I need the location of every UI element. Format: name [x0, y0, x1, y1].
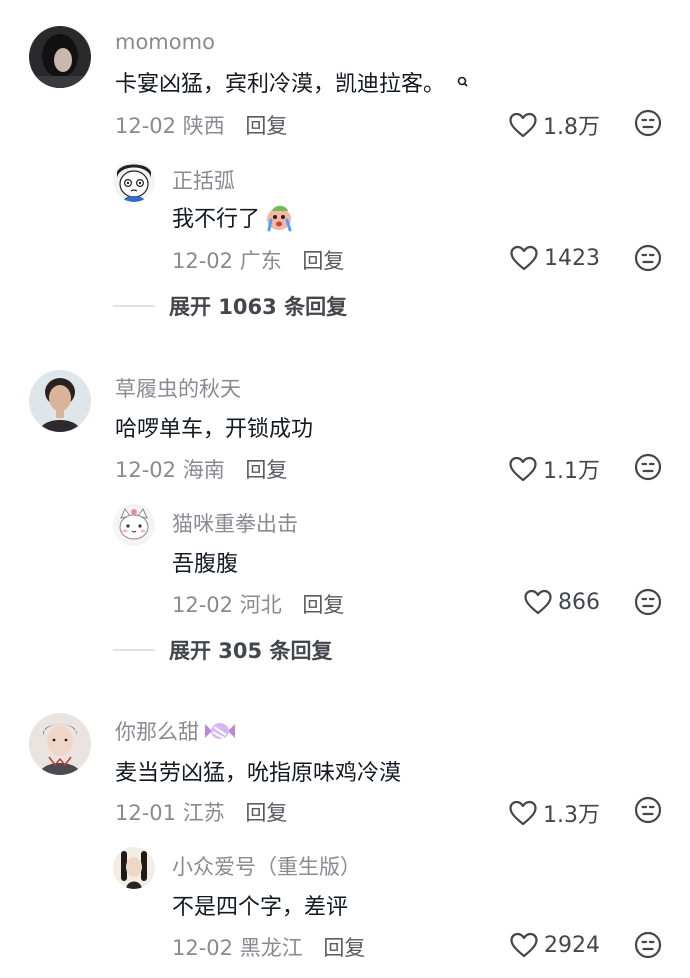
avatar[interactable] [29, 26, 91, 88]
search-icon[interactable] [456, 73, 470, 98]
heart-icon [510, 245, 538, 271]
reply-username[interactable]: 小众爱号（重生版） [172, 851, 361, 881]
dislike-button[interactable] [634, 244, 662, 272]
illustrated-man-avatar-icon [29, 713, 91, 775]
reply-button[interactable]: 回复 [245, 458, 287, 482]
expand-replies-label: 展开 305 条回复 [169, 639, 333, 663]
heart-icon [509, 800, 537, 826]
unamused-face-icon [634, 796, 662, 824]
like-count: 1.8万 [543, 115, 600, 140]
divider [113, 649, 155, 651]
comment-text: 卡宴凶猛，宾利冷漠，凯迪拉客。 [115, 66, 470, 98]
dislike-button[interactable] [634, 796, 662, 824]
like-button[interactable]: 1423 [510, 245, 600, 271]
reply-location: 河北 [239, 593, 282, 617]
comment-username-text: 你那么甜 [115, 720, 199, 744]
reply-text: 不是四个字，差评 [172, 895, 349, 920]
cartoon-face-avatar-icon [113, 160, 155, 202]
heart-icon [509, 112, 537, 138]
reply-button[interactable]: 回复 [245, 114, 287, 138]
heart-icon [510, 932, 538, 958]
heart-icon [509, 456, 537, 482]
unamused-face-icon [634, 453, 662, 481]
comment-date: 12-01 [115, 801, 177, 825]
reply-button[interactable]: 回复 [302, 593, 344, 617]
expand-replies-button[interactable]: 展开 305 条回复 [113, 635, 332, 665]
unamused-face-icon [634, 244, 662, 272]
expand-replies-button[interactable]: 展开 1063 条回复 [113, 291, 347, 321]
crying-emoji-icon [264, 202, 296, 238]
divider [113, 305, 155, 307]
dislike-button[interactable] [634, 931, 662, 959]
heart-icon [524, 589, 552, 615]
comment-location: 陕西 [182, 114, 225, 138]
woman-portrait-avatar-icon [29, 370, 91, 432]
dark-haired-person-avatar-icon [29, 26, 91, 88]
comment-meta: 12-02 海南 回复 [115, 454, 287, 484]
reply-meta: 12-02 黑龙江 回复 [172, 932, 365, 962]
like-count: 866 [558, 589, 600, 615]
reply-text: 吾腹腹 [172, 552, 239, 577]
reply-button[interactable]: 回复 [323, 936, 365, 960]
comment-username[interactable]: 草履虫的秋天 [115, 373, 241, 403]
like-count: 1.1万 [543, 459, 600, 484]
reply-text: 我不行了 [172, 201, 296, 238]
avatar[interactable] [113, 160, 155, 202]
reply-date: 12-02 [172, 936, 234, 960]
expand-replies-label: 展开 1063 条回复 [169, 295, 348, 319]
reply-button[interactable]: 回复 [245, 801, 287, 825]
like-button[interactable]: 1.1万 [509, 453, 600, 485]
avatar[interactable] [113, 504, 155, 546]
reply-username[interactable]: 正括弧 [172, 165, 235, 195]
comment-text: 麦当劳凶猛，吮指原味鸡冷漠 [115, 761, 402, 786]
unamused-face-icon [634, 109, 662, 137]
comment-username[interactable]: momomo [115, 30, 215, 54]
comment-text-content: 卡宴凶猛，宾利冷漠，凯迪拉客。 [115, 72, 446, 97]
comment-date: 12-02 [115, 458, 177, 482]
comment-location: 海南 [182, 458, 225, 482]
comment-text: 哈啰单车，开锁成功 [115, 417, 314, 442]
like-count: 1.3万 [543, 803, 600, 828]
like-button[interactable]: 1.3万 [509, 797, 600, 829]
comment-meta: 12-01 江苏 回复 [115, 797, 287, 827]
reply-meta: 12-02 广东 回复 [172, 245, 344, 275]
avatar[interactable] [29, 713, 91, 775]
avatar[interactable] [113, 847, 155, 889]
unamused-face-icon [634, 588, 662, 616]
reply-date: 12-02 [172, 593, 234, 617]
like-count: 2924 [544, 932, 600, 958]
dislike-button[interactable] [634, 109, 662, 137]
avatar[interactable] [29, 370, 91, 432]
dislike-button[interactable] [634, 588, 662, 616]
candy-emoji-icon [203, 720, 237, 747]
like-count: 1423 [544, 245, 600, 271]
like-button[interactable]: 866 [524, 589, 600, 615]
unamused-face-icon [634, 931, 662, 959]
reply-username[interactable]: 猫咪重拳出击 [172, 508, 298, 538]
reply-button[interactable]: 回复 [302, 249, 344, 273]
cute-cat-avatar-icon [113, 504, 155, 546]
comment-username[interactable]: 你那么甜 [115, 716, 237, 747]
doll-avatar-icon [113, 847, 155, 889]
reply-text-content: 我不行了 [172, 207, 261, 232]
reply-date: 12-02 [172, 249, 234, 273]
dislike-button[interactable] [634, 453, 662, 481]
reply-location: 广东 [239, 249, 282, 273]
comment-meta: 12-02 陕西 回复 [115, 110, 287, 140]
reply-meta: 12-02 河北 回复 [172, 589, 344, 619]
like-button[interactable]: 2924 [510, 932, 600, 958]
comment-location: 江苏 [182, 801, 225, 825]
comment-date: 12-02 [115, 114, 177, 138]
reply-location: 黑龙江 [239, 936, 303, 960]
like-button[interactable]: 1.8万 [509, 109, 600, 141]
